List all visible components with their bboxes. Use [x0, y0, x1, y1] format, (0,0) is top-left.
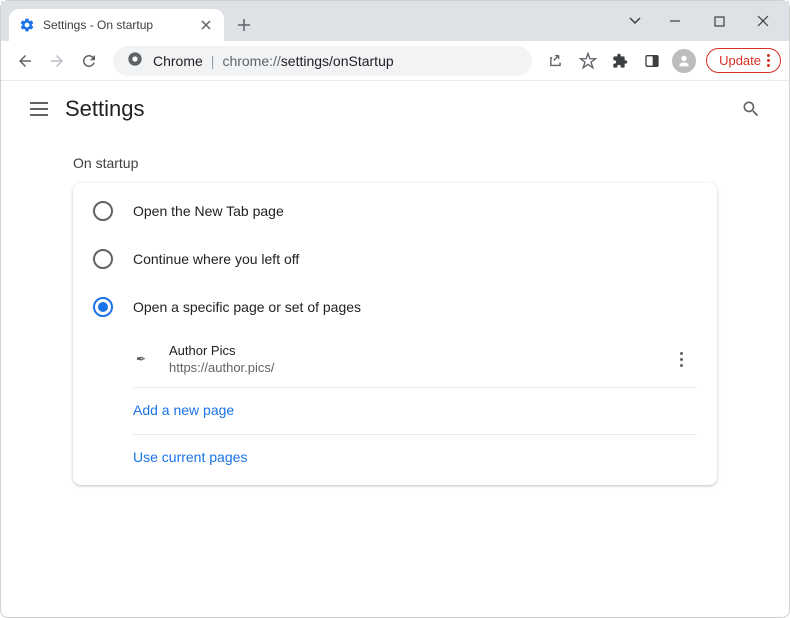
add-page-link[interactable]: Add a new page	[133, 402, 234, 418]
omnibox-separator: |	[211, 53, 215, 69]
profile-button[interactable]	[668, 45, 700, 77]
share-icon[interactable]	[540, 45, 572, 77]
omnibox-url-path: settings/onStartup	[281, 53, 394, 69]
hamburger-icon	[30, 102, 48, 116]
page-more-button[interactable]	[665, 343, 697, 375]
option-label: Open the New Tab page	[133, 203, 284, 219]
sidepanel-icon[interactable]	[636, 45, 668, 77]
page-url: https://author.pics/	[169, 360, 665, 375]
window-controls	[617, 1, 789, 41]
omnibox-url-host: chrome://	[222, 53, 280, 69]
close-window-button[interactable]	[741, 5, 785, 37]
radio-icon	[93, 297, 113, 317]
option-label: Continue where you left off	[133, 251, 299, 267]
menu-button[interactable]	[19, 89, 59, 129]
option-continue[interactable]: Continue where you left off	[73, 235, 717, 283]
settings-content: On startup Open the New Tab page Continu…	[1, 137, 789, 495]
avatar-icon	[672, 49, 696, 73]
browser-toolbar: Chrome | chrome://settings/onStartup Upd…	[1, 41, 789, 81]
browser-tab[interactable]: Settings - On startup	[9, 9, 224, 41]
radio-icon	[93, 249, 113, 269]
new-tab-button[interactable]	[230, 11, 258, 39]
tab-title: Settings - On startup	[43, 18, 198, 32]
page-name: Author Pics	[169, 343, 665, 358]
forward-button[interactable]	[41, 45, 73, 77]
section-title: On startup	[73, 155, 717, 171]
option-label: Open a specific page or set of pages	[133, 299, 361, 315]
startup-page-row: ✒ Author Pics https://author.pics/	[133, 331, 697, 388]
maximize-button[interactable]	[697, 5, 741, 37]
back-button[interactable]	[9, 45, 41, 77]
option-specific-pages[interactable]: Open a specific page or set of pages	[73, 283, 717, 331]
browser-titlebar: Settings - On startup	[1, 1, 789, 41]
update-label: Update	[719, 53, 761, 68]
startup-card: Open the New Tab page Continue where you…	[73, 183, 717, 485]
settings-header: Settings	[1, 81, 789, 137]
page-favicon-icon: ✒	[133, 351, 149, 367]
reload-button[interactable]	[73, 45, 105, 77]
close-icon[interactable]	[198, 17, 214, 33]
chevron-down-icon[interactable]	[617, 5, 653, 37]
update-button[interactable]: Update	[706, 48, 781, 73]
address-bar[interactable]: Chrome | chrome://settings/onStartup	[113, 46, 532, 76]
use-current-pages-link[interactable]: Use current pages	[133, 449, 247, 465]
omnibox-prefix: Chrome	[153, 53, 203, 69]
use-current-row: Use current pages	[133, 435, 697, 481]
gear-icon	[19, 17, 35, 33]
extensions-icon[interactable]	[604, 45, 636, 77]
option-new-tab[interactable]: Open the New Tab page	[73, 187, 717, 235]
pages-subsection: ✒ Author Pics https://author.pics/ Add a…	[133, 331, 697, 481]
more-vertical-icon	[680, 352, 683, 367]
minimize-button[interactable]	[653, 5, 697, 37]
page-info: Author Pics https://author.pics/	[169, 343, 665, 375]
add-page-row: Add a new page	[133, 388, 697, 435]
search-button[interactable]	[731, 89, 771, 129]
bookmark-icon[interactable]	[572, 45, 604, 77]
radio-icon	[93, 201, 113, 221]
search-icon	[741, 99, 761, 119]
page-title: Settings	[65, 96, 145, 122]
chrome-logo-icon	[127, 51, 143, 70]
more-icon	[767, 54, 770, 67]
